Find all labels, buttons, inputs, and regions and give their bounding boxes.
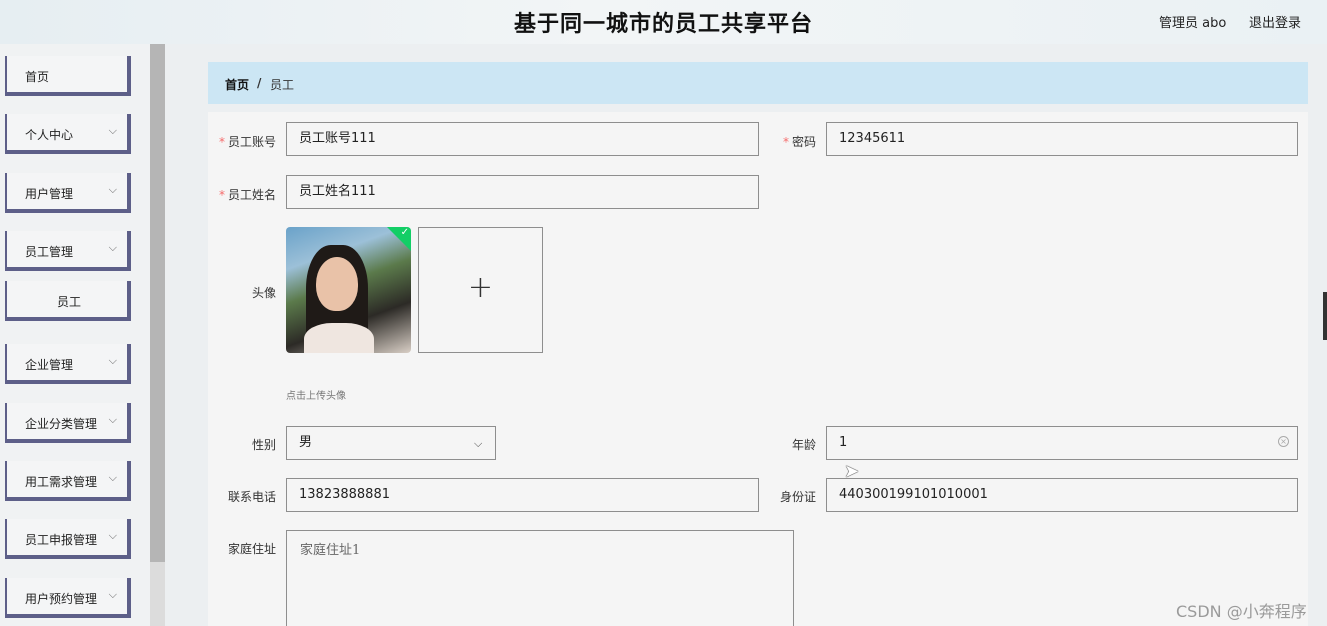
sidebar-subitem-employee[interactable]: 员工: [5, 281, 131, 321]
sidebar-item-user-management[interactable]: 用户管理 ⌵: [5, 173, 131, 213]
breadcrumb: 首页 / 员工: [208, 62, 1308, 104]
chevron-down-icon: ⌵: [108, 124, 117, 137]
account-label: * 员工账号: [218, 135, 276, 149]
sidebar-item-label: 用工需求管理: [25, 475, 98, 489]
chevron-down-icon: ⌵: [108, 354, 117, 367]
age-input[interactable]: 1: [826, 426, 1298, 460]
password-input[interactable]: 12345611: [826, 122, 1298, 156]
chevron-down-icon: ⌵: [108, 241, 117, 254]
breadcrumb-home[interactable]: 首页: [225, 76, 249, 93]
logout-link[interactable]: 退出登录: [1249, 12, 1301, 31]
avatar-image-part: [304, 323, 374, 353]
sidebar-item-label: 用户管理: [25, 187, 74, 201]
chevron-down-icon: ⌵: [474, 437, 483, 450]
name-input[interactable]: 员工姓名111: [286, 175, 759, 209]
admin-user-label: 管理员 abo: [1159, 16, 1227, 31]
sidebar-item-label: 企业管理: [25, 358, 74, 372]
sidebar-scrollbar-thumb[interactable]: [150, 44, 165, 562]
breadcrumb-separator: /: [257, 76, 262, 90]
sidebar-item-label: 员工: [57, 295, 82, 309]
sidebar-item-label: 个人中心: [25, 128, 74, 142]
sidebar-item-personal-center[interactable]: 个人中心 ⌵: [5, 114, 131, 154]
page-scrollbar-thumb[interactable]: [1323, 292, 1327, 340]
name-label: * 员工姓名: [218, 188, 276, 202]
avatar-label: 头像: [251, 286, 276, 300]
chevron-down-icon: ⌵: [108, 529, 117, 542]
sidebar-item-company-management[interactable]: 企业管理 ⌵: [5, 344, 131, 384]
address-textarea[interactable]: 家庭住址1: [286, 530, 794, 626]
sidebar-item-label: 首页: [25, 70, 50, 84]
upload-hint: 点击上传头像: [286, 391, 346, 402]
password-label: * 密码: [782, 135, 816, 149]
address-label: 家庭住址: [227, 542, 276, 556]
breadcrumb-current: 员工: [270, 78, 295, 92]
mouse-cursor-icon: ➤: [844, 461, 860, 482]
gender-select[interactable]: 男: [286, 426, 496, 460]
chevron-down-icon: ⌵: [108, 471, 117, 484]
chevron-down-icon: ⌵: [108, 588, 117, 601]
chevron-down-icon: ⌵: [108, 183, 117, 196]
sidebar-item-label: 员工管理: [25, 245, 74, 259]
clear-icon[interactable]: ×: [1278, 436, 1289, 447]
page-title: 基于同一城市的员工共享平台: [513, 12, 813, 37]
phone-label: 联系电话: [227, 490, 276, 504]
check-icon: ✓: [400, 227, 409, 238]
sidebar-item-employee-report[interactable]: 员工申报管理 ⌵: [5, 519, 131, 559]
upload-avatar-button[interactable]: +: [418, 227, 543, 353]
sidebar-item-labor-demand[interactable]: 用工需求管理 ⌵: [5, 461, 131, 501]
sidebar-item-user-booking[interactable]: 用户预约管理 ⌵: [5, 578, 131, 618]
phone-input[interactable]: 13823888881: [286, 478, 759, 512]
sidebar-item-label: 员工申报管理: [25, 533, 98, 547]
age-label: 年龄: [791, 438, 816, 452]
plus-icon: +: [467, 270, 494, 305]
id-card-label: 身份证: [779, 490, 816, 504]
sidebar-item-label: 用户预约管理: [25, 592, 98, 606]
id-card-input[interactable]: 440300199101010001: [826, 478, 1298, 512]
sidebar-item-company-category[interactable]: 企业分类管理 ⌵: [5, 403, 131, 443]
top-header: 基于同一城市的员工共享平台 管理员 abo 退出登录: [0, 0, 1327, 44]
avatar-image-part: [316, 257, 358, 311]
chevron-down-icon: ⌵: [108, 413, 117, 426]
gender-label: 性别: [251, 438, 276, 452]
account-input[interactable]: 员工账号111: [286, 122, 759, 156]
watermark: CSDN @小奔程序: [1176, 602, 1307, 621]
sidebar-item-employee-management[interactable]: 员工管理 ⌵: [5, 231, 131, 271]
avatar-preview[interactable]: ✓: [286, 227, 411, 353]
sidebar-item-home[interactable]: 首页: [5, 56, 131, 96]
sidebar-item-label: 企业分类管理: [25, 417, 98, 431]
